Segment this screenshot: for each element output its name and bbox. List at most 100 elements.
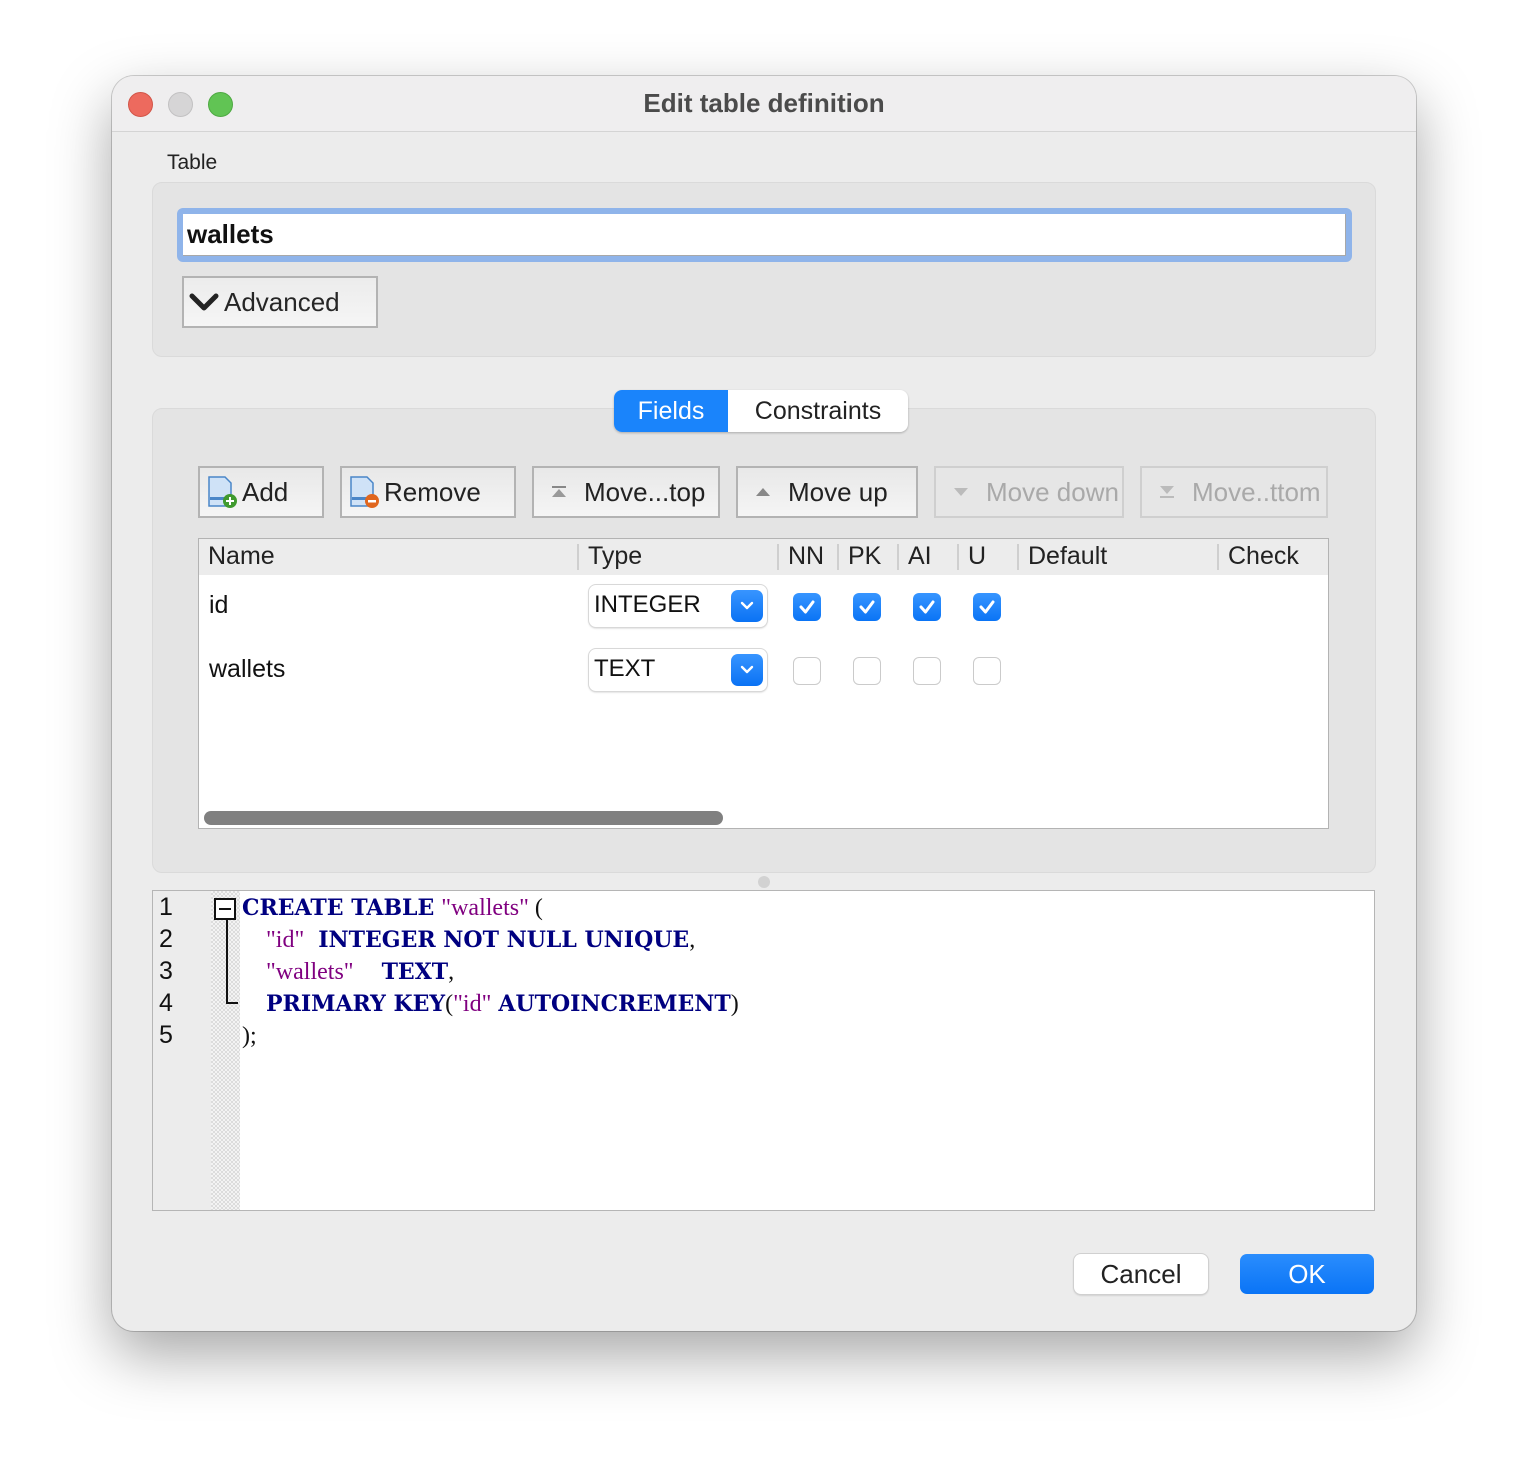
move-top-label: Move...top [584,476,706,507]
sql-keyword: TEXT [381,959,449,985]
table-name-input[interactable] [183,214,1346,256]
field-name-cell[interactable]: id [209,591,228,620]
sql-keyword: CREATE TABLE [242,895,435,921]
sql-punctuation: ) [730,991,739,1017]
remove-field-icon [348,475,380,509]
nn-checkbox[interactable] [793,657,821,685]
sql-punctuation: , [448,959,455,985]
sql-punctuation: , [689,927,696,953]
sql-keyword: INTEGER NOT NULL UNIQUE [318,927,690,953]
edit-table-dialog: Edit table definition Table Advanced Fie… [112,76,1416,1331]
column-header-default[interactable]: Default [1028,542,1107,571]
checkmark-icon [859,600,875,614]
column-divider[interactable] [1017,544,1019,570]
move-bottom-icon [1156,486,1178,498]
table-header: Name Type NN PK AI U Default Check [199,539,1328,575]
move-top-icon [548,486,570,498]
pk-checkbox[interactable] [853,657,881,685]
column-divider[interactable] [897,544,899,570]
column-divider[interactable] [777,544,779,570]
ai-checkbox[interactable] [913,593,941,621]
table-name-focus-ring [177,208,1352,262]
column-header-name[interactable]: Name [208,542,275,571]
line-number: 1 [159,893,173,921]
nn-checkbox[interactable] [793,593,821,621]
checkmark-icon [979,600,995,614]
move-top-button[interactable]: Move...top [532,466,720,518]
line-number: 5 [159,1021,173,1049]
pk-checkbox[interactable] [853,593,881,621]
fold-guide-line [226,920,228,1004]
checkmark-icon [799,600,815,614]
chevron-down-icon [731,590,763,622]
column-divider[interactable] [577,544,579,570]
sql-identifier: "wallets" [266,959,354,985]
field-name-cell[interactable]: wallets [209,655,285,684]
tab-bar: Fields Constraints [614,390,908,432]
move-bottom-button[interactable]: Move..ttom [1140,466,1328,518]
ai-checkbox[interactable] [913,657,941,685]
line-number-gutter: 1 2 3 4 5 [153,891,211,1210]
add-field-button[interactable]: Add [198,466,324,518]
move-up-label: Move up [788,476,888,507]
sql-keyword: AUTOINCREMENT [498,991,731,1017]
sql-identifier: "id" [453,991,492,1017]
column-header-nn[interactable]: NN [788,542,824,571]
field-type-select[interactable]: TEXT [589,649,767,691]
move-up-icon [752,487,774,497]
remove-field-label: Remove [384,476,481,507]
tab-fields[interactable]: Fields [614,390,728,432]
field-type-value: INTEGER [594,591,701,618]
column-divider[interactable] [957,544,959,570]
column-header-ai[interactable]: AI [908,542,932,571]
column-divider[interactable] [837,544,839,570]
title-bar: Edit table definition [112,76,1416,132]
cancel-button[interactable]: Cancel [1074,1254,1208,1294]
line-number: 3 [159,957,173,985]
chevron-down-icon [189,293,219,311]
fields-table: Name Type NN PK AI U Default Check id IN… [198,538,1329,829]
unique-checkbox[interactable] [973,657,1001,685]
line-number: 2 [159,925,173,953]
sql-preview-editor[interactable]: 1 2 3 4 5 CREATE TABLE "wallets" ( "id" … [152,890,1375,1211]
add-field-label: Add [242,476,289,507]
field-type-value: TEXT [594,655,656,682]
remove-field-button[interactable]: Remove [340,466,516,518]
sql-punctuation: ( [528,895,543,921]
column-header-type[interactable]: Type [588,542,642,571]
fold-collapse-icon[interactable] [214,898,236,920]
column-header-check[interactable]: Check [1228,542,1299,571]
move-down-button[interactable]: Move down [934,466,1124,518]
fold-guide-end [226,1002,238,1004]
column-divider[interactable] [1217,544,1219,570]
line-number: 4 [159,989,173,1017]
sql-identifier: "wallets" [441,895,529,921]
horizontal-scrollbar[interactable] [204,811,723,825]
add-field-icon [206,475,238,509]
advanced-label: Advanced [224,286,340,317]
move-down-label: Move down [986,476,1119,507]
code-line-5: ); [242,1023,257,1050]
field-type-select[interactable]: INTEGER [589,585,767,627]
move-bottom-label: Move..ttom [1192,476,1321,507]
table-label: Table [167,151,218,174]
sql-punctuation: ( [445,991,454,1017]
code-line-4: PRIMARY KEY("id" AUTOINCREMENT) [266,991,739,1018]
ok-button[interactable]: OK [1240,1254,1374,1294]
checkmark-icon [919,600,935,614]
code-line-2: "id" INTEGER NOT NULL UNIQUE, [266,927,695,954]
code-line-3: "wallets" TEXT, [266,959,454,986]
move-up-button[interactable]: Move up [736,466,918,518]
unique-checkbox[interactable] [973,593,1001,621]
sql-punctuation: ); [242,1023,257,1049]
column-header-pk[interactable]: PK [848,542,881,571]
column-header-u[interactable]: U [968,542,986,571]
move-down-icon [950,487,972,497]
splitter-handle[interactable] [758,876,770,888]
sql-keyword: PRIMARY KEY [266,991,446,1017]
tab-constraints[interactable]: Constraints [728,390,908,432]
code-line-1: CREATE TABLE "wallets" ( [242,895,543,922]
sql-identifier: "id" [266,927,305,953]
window-title: Edit table definition [643,88,885,118]
advanced-toggle-button[interactable]: Advanced [182,276,378,328]
